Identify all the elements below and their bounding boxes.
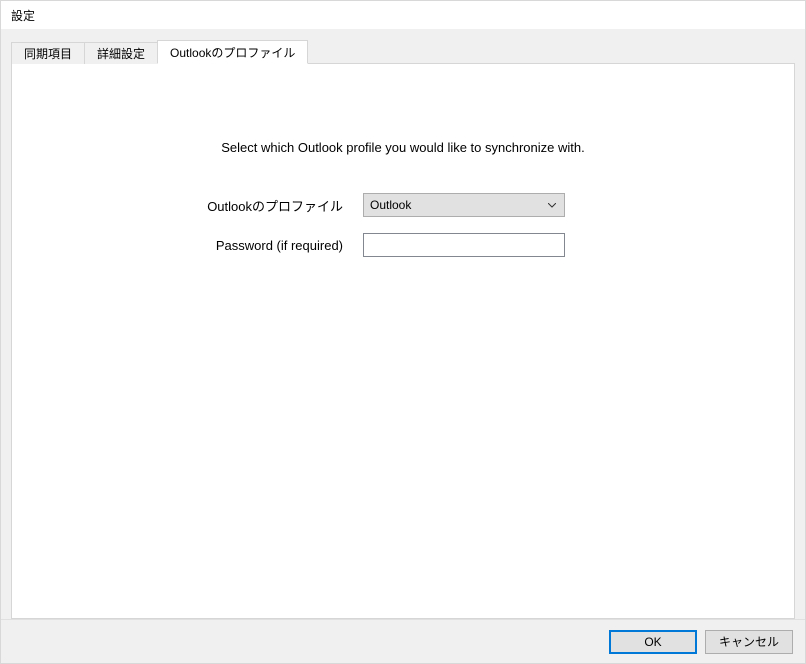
tab-label: 同期項目 xyxy=(24,47,72,61)
settings-dialog: 設定 同期項目 詳細設定 Outlookのプロファイル Select which… xyxy=(0,0,806,664)
dropdown-value: Outlook xyxy=(370,198,544,212)
tab-advanced-settings[interactable]: 詳細設定 xyxy=(84,42,158,64)
tab-panel: Select which Outlook profile you would l… xyxy=(11,63,795,619)
button-bar: OK キャンセル xyxy=(1,619,805,663)
profile-control: Outlook xyxy=(363,193,633,217)
window-title: 設定 xyxy=(11,7,35,24)
password-row: Password (if required) xyxy=(173,233,633,257)
profile-label: Outlookのプロファイル xyxy=(173,196,363,215)
tab-outlook-profile[interactable]: Outlookのプロファイル xyxy=(157,40,308,64)
cancel-button[interactable]: キャンセル xyxy=(705,630,793,654)
button-label: キャンセル xyxy=(719,635,779,649)
tab-sync-items[interactable]: 同期項目 xyxy=(11,42,85,64)
client-area: 同期項目 詳細設定 Outlookのプロファイル Select which Ou… xyxy=(1,29,805,619)
ok-button[interactable]: OK xyxy=(609,630,697,654)
profile-row: Outlookのプロファイル Outlook xyxy=(173,193,633,217)
tabstrip: 同期項目 詳細設定 Outlookのプロファイル xyxy=(11,40,795,64)
instruction-text: Select which Outlook profile you would l… xyxy=(221,140,584,155)
tab-label: Outlookのプロファイル xyxy=(170,46,295,60)
password-control xyxy=(363,233,633,257)
button-label: OK xyxy=(644,635,661,649)
titlebar: 設定 xyxy=(1,1,805,29)
outlook-profile-dropdown[interactable]: Outlook xyxy=(363,193,565,217)
panel-content: Select which Outlook profile you would l… xyxy=(12,64,794,273)
password-input[interactable] xyxy=(363,233,565,257)
password-label: Password (if required) xyxy=(173,238,363,253)
chevron-down-icon xyxy=(544,203,560,208)
tab-label: 詳細設定 xyxy=(97,47,145,61)
